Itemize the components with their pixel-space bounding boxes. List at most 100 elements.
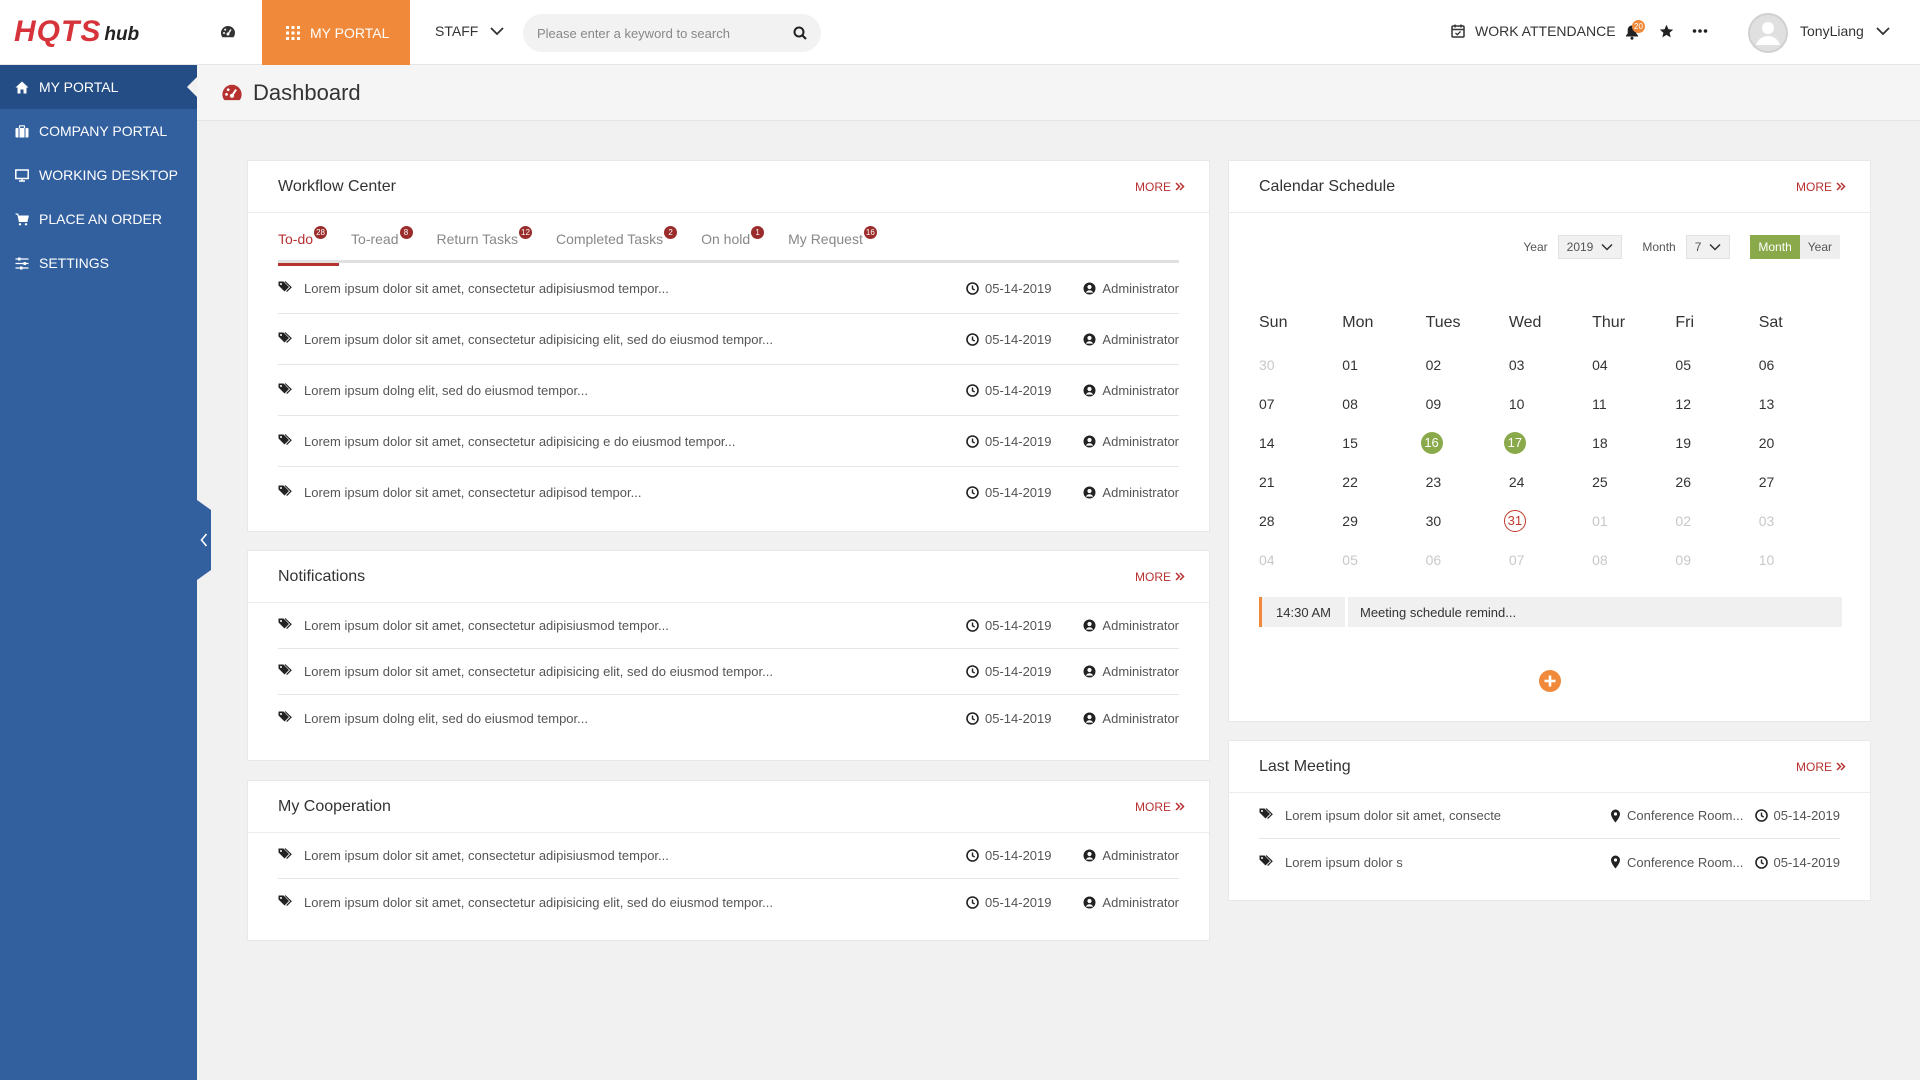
calendar-day[interactable]: 05 <box>1342 552 1425 568</box>
calendar-day[interactable]: 25 <box>1592 474 1675 490</box>
calendar-day[interactable]: 02 <box>1426 357 1509 373</box>
more-link[interactable]: MORE <box>1796 180 1846 194</box>
sidebar-item-company-portal[interactable]: COMPANY PORTAL <box>0 109 197 153</box>
calendar-day[interactable]: 07 <box>1509 552 1592 568</box>
calendar-day[interactable]: 09 <box>1675 552 1758 568</box>
calendar-day[interactable]: 15 <box>1342 435 1425 451</box>
list-item[interactable]: Lorem ipsum dolor sit amet, consectetur … <box>278 416 1179 467</box>
search-icon[interactable] <box>793 26 807 40</box>
more-link[interactable]: MORE <box>1796 760 1846 774</box>
calendar-day[interactable]: 19 <box>1675 435 1758 451</box>
avatar[interactable] <box>1748 13 1788 53</box>
calendar-day[interactable]: 05 <box>1675 357 1758 373</box>
calendar-day[interactable]: 02 <box>1675 513 1758 529</box>
add-event-button[interactable] <box>1538 669 1562 698</box>
weekday-label: Mon <box>1342 314 1374 331</box>
card-header: Last Meeting MORE <box>1229 741 1870 793</box>
calendar-day[interactable]: 17 <box>1503 431 1592 454</box>
list-item[interactable]: Lorem ipsum dolng elit, sed do eiusmod t… <box>278 365 1179 416</box>
calendar-day[interactable]: 14 <box>1259 435 1342 451</box>
tab-completed-tasks[interactable]: Completed Tasks 2 <box>556 226 678 263</box>
year-view-button[interactable]: Year <box>1799 235 1840 259</box>
calendar-day[interactable]: 16 <box>1420 431 1509 454</box>
calendar-day[interactable]: 30 <box>1259 357 1342 373</box>
calendar-day[interactable]: 11 <box>1592 396 1675 412</box>
sidebar-item-my-portal[interactable]: MY PORTAL <box>0 65 197 109</box>
sidebar-item-label: PLACE AN ORDER <box>39 211 162 227</box>
calendar-day[interactable]: 20 <box>1759 435 1842 451</box>
tab-on-hold[interactable]: On hold 1 <box>701 226 765 263</box>
calendar-day[interactable]: 26 <box>1675 474 1758 490</box>
sidebar-collapse-toggle[interactable] <box>197 500 211 580</box>
logo[interactable]: HQTS hub <box>14 17 139 47</box>
staff-menu[interactable]: STAFF <box>435 23 504 39</box>
calendar-day[interactable]: 09 <box>1426 396 1509 412</box>
list-item[interactable]: Lorem ipsum dolor sit amet, consectetur … <box>278 649 1179 695</box>
tab-my-request[interactable]: My Request 16 <box>788 226 877 263</box>
map-pin-icon <box>1611 809 1620 822</box>
calendar-day[interactable]: 03 <box>1509 357 1592 373</box>
more-options-icon[interactable] <box>1692 24 1708 43</box>
weekday-label: Wed <box>1508 314 1542 331</box>
calendar-day[interactable]: 21 <box>1259 474 1342 490</box>
calendar-day[interactable]: 06 <box>1426 552 1509 568</box>
more-link[interactable]: MORE <box>1135 570 1185 584</box>
calendar-day[interactable]: 07 <box>1259 396 1342 412</box>
list-item[interactable]: Lorem ipsum dolor sit amet, consectetur … <box>278 833 1179 879</box>
more-link[interactable]: MORE <box>1135 180 1185 194</box>
calendar-day[interactable]: 08 <box>1592 552 1675 568</box>
calendar-day[interactable]: 04 <box>1259 552 1342 568</box>
list-item[interactable]: Lorem ipsum dolng elit, sed do eiusmod t… <box>278 695 1179 741</box>
calendar-day[interactable]: 13 <box>1759 396 1842 412</box>
sidebar-item-settings[interactable]: SETTINGS <box>0 241 197 285</box>
tab-return-tasks[interactable]: Return Tasks 12 <box>437 226 532 263</box>
work-attendance-button[interactable]: WORK ATTENDANCE <box>1451 23 1616 39</box>
meeting-item[interactable]: Lorem ipsum dolor sit amet, consecte Conf… <box>1259 793 1840 839</box>
calendar-day[interactable]: 08 <box>1342 396 1425 412</box>
list-item[interactable]: Lorem ipsum dolor sit amet, consectetur … <box>278 467 1179 518</box>
calendar-day[interactable]: 27 <box>1759 474 1842 490</box>
clock-icon <box>966 383 979 397</box>
calendar-day[interactable]: 12 <box>1675 396 1758 412</box>
calendar-day[interactable]: 06 <box>1759 357 1842 373</box>
month-select[interactable]: 7 <box>1685 235 1731 259</box>
sidebar-item-working-desktop[interactable]: WORKING DESKTOP <box>0 153 197 197</box>
event-item[interactable]: 14:30 AM Meeting schedule remind... <box>1259 597 1842 627</box>
calendar-day[interactable]: 28 <box>1259 513 1342 529</box>
calendar-day[interactable]: 24 <box>1509 474 1592 490</box>
calendar-day[interactable]: 04 <box>1592 357 1675 373</box>
list-item[interactable]: Lorem ipsum dolor sit amet, consectetur … <box>278 603 1179 649</box>
meeting-item[interactable]: Lorem ipsum dolor s Conference Room... 05-… <box>1259 839 1840 885</box>
my-portal-tab[interactable]: MY PORTAL <box>262 0 410 65</box>
calendar-day[interactable]: 31 <box>1503 509 1592 532</box>
year-select[interactable]: 2019 <box>1557 235 1623 259</box>
notifications-bell[interactable]: 20 <box>1625 20 1645 45</box>
calendar-day[interactable]: 23 <box>1426 474 1509 490</box>
calendar-day[interactable]: 30 <box>1426 513 1509 529</box>
more-link[interactable]: MORE <box>1135 800 1185 814</box>
calendar-day[interactable]: 29 <box>1342 513 1425 529</box>
meeting-date: 05-14-2019 <box>1773 854 1841 870</box>
dashboard-icon[interactable] <box>220 24 236 45</box>
clock-icon <box>966 281 979 295</box>
calendar-day[interactable]: 10 <box>1509 396 1592 412</box>
star-icon[interactable] <box>1659 24 1674 44</box>
list-item[interactable]: Lorem ipsum dolor sit amet, consectetur … <box>278 314 1179 365</box>
tag-icon <box>278 618 292 630</box>
search-input[interactable] <box>537 25 793 41</box>
calendar-day[interactable]: 10 <box>1759 552 1842 568</box>
tab-label: My Request <box>788 231 863 247</box>
list-item[interactable]: Lorem ipsum dolor sit amet, consectetur … <box>278 879 1179 925</box>
month-view-button[interactable]: Month <box>1750 235 1800 259</box>
calendar-day[interactable]: 01 <box>1342 357 1425 373</box>
user-menu[interactable]: TonyLiang <box>1800 23 1890 39</box>
tab-to-read[interactable]: To-read 8 <box>351 226 413 263</box>
calendar-day[interactable]: 03 <box>1759 513 1842 529</box>
list-item[interactable]: Lorem ipsum dolor sit amet, consectetur … <box>278 263 1179 314</box>
calendar-day[interactable]: 01 <box>1592 513 1675 529</box>
sidebar-item-place-an-order[interactable]: PLACE AN ORDER <box>0 197 197 241</box>
tab-to-do[interactable]: To-do 28 <box>278 226 340 266</box>
user-circle-icon <box>1083 333 1096 345</box>
calendar-day[interactable]: 18 <box>1592 435 1675 451</box>
calendar-day[interactable]: 22 <box>1342 474 1425 490</box>
